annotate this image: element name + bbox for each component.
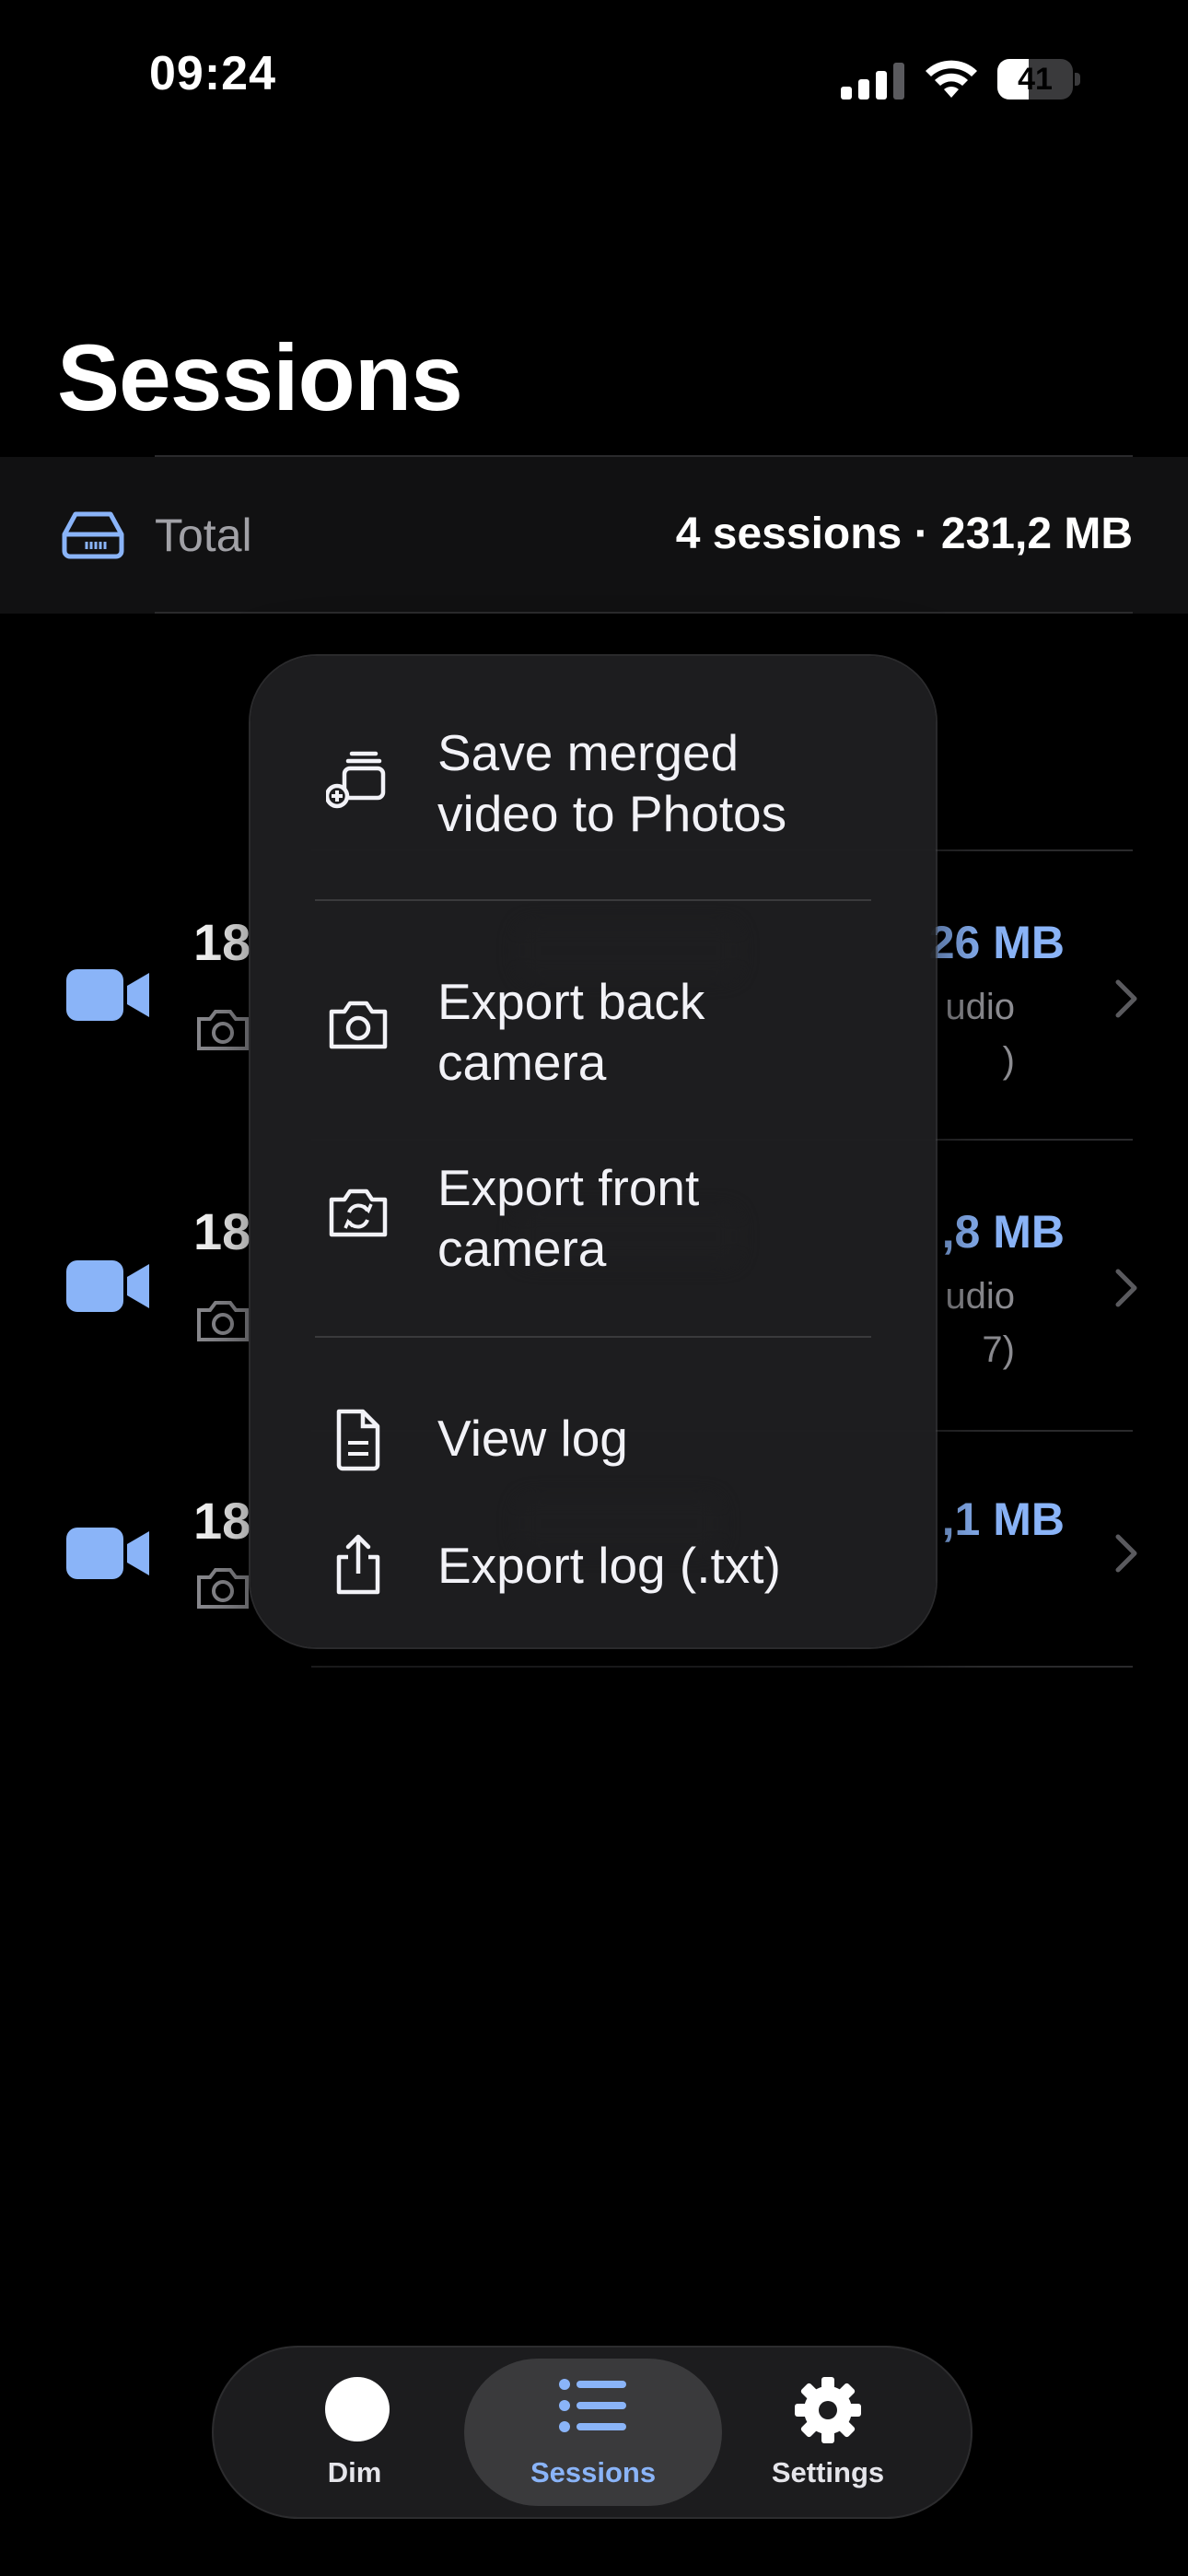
view-log-menu-item[interactable]: View log bbox=[250, 1384, 936, 1494]
list-icon bbox=[559, 2379, 626, 2432]
page-title: Sessions bbox=[57, 325, 463, 430]
menu-item-label: Save merged video to Photos bbox=[437, 724, 787, 842]
camera-icon bbox=[197, 1568, 249, 1609]
video-camera-icon bbox=[66, 969, 149, 1021]
tab-label: Dim bbox=[327, 2456, 382, 2488]
context-menu: Save merged video to Photos Export back … bbox=[250, 656, 936, 1647]
session-time: 18 bbox=[193, 1492, 251, 1550]
session-size: 26 MB bbox=[928, 917, 1065, 968]
cellular-signal-icon bbox=[841, 63, 905, 100]
menu-item-label: View log bbox=[437, 1410, 628, 1467]
export-back-camera-menu-item[interactable]: Export back camera bbox=[250, 953, 936, 1091]
tab-bar: Dim Sessions Settings bbox=[214, 2348, 971, 2517]
camera-icon bbox=[329, 1001, 388, 1049]
status-time: 09:24 bbox=[149, 47, 276, 100]
chevron-right-icon bbox=[1115, 1269, 1137, 1307]
save-merged-video-menu-item[interactable]: Save merged video to Photos bbox=[250, 708, 936, 846]
video-camera-icon bbox=[66, 1528, 149, 1579]
video-camera-icon bbox=[66, 1260, 149, 1312]
menu-item-label: Export log (.txt) bbox=[437, 1537, 781, 1594]
battery-icon: 41 bbox=[997, 59, 1080, 100]
session-size: ,1 MB bbox=[941, 1493, 1065, 1545]
document-icon bbox=[336, 1409, 380, 1471]
circle-icon bbox=[325, 2377, 390, 2441]
camera-rotate-icon bbox=[329, 1188, 388, 1237]
wifi-icon bbox=[926, 60, 977, 98]
gear-icon bbox=[795, 2377, 861, 2443]
menu-item-label: Export back camera bbox=[437, 973, 705, 1091]
battery-level: 41 bbox=[1018, 62, 1053, 97]
save-merged-icon bbox=[326, 751, 386, 809]
total-value: 4 sessions · 231,2 MB bbox=[675, 509, 1133, 558]
chevron-right-icon bbox=[1115, 979, 1137, 1018]
export-log-menu-item[interactable]: Export log (.txt) bbox=[250, 1513, 936, 1623]
session-time: 18 bbox=[193, 1202, 251, 1260]
tab-label: Settings bbox=[771, 2456, 885, 2488]
camera-icon bbox=[197, 1010, 249, 1050]
tab-dim[interactable]: Dim bbox=[256, 2348, 453, 2517]
storage-drive-icon bbox=[62, 511, 124, 559]
total-label: Total bbox=[155, 509, 252, 561]
menu-item-label: Export front camera bbox=[437, 1159, 700, 1277]
export-front-camera-menu-item[interactable]: Export front camera bbox=[250, 1142, 936, 1281]
tab-sessions[interactable]: Sessions bbox=[464, 2359, 722, 2506]
tab-settings[interactable]: Settings bbox=[729, 2348, 926, 2517]
session-time: 18 bbox=[193, 913, 251, 971]
session-meta: udio 7) bbox=[945, 1276, 1015, 1370]
session-size: ,8 MB bbox=[941, 1206, 1065, 1258]
session-meta: udio) bbox=[945, 987, 1015, 1081]
tab-label: Sessions bbox=[530, 2456, 657, 2488]
chevron-right-icon bbox=[1115, 1534, 1137, 1573]
camera-icon bbox=[197, 1301, 249, 1341]
share-icon bbox=[336, 1534, 380, 1595]
